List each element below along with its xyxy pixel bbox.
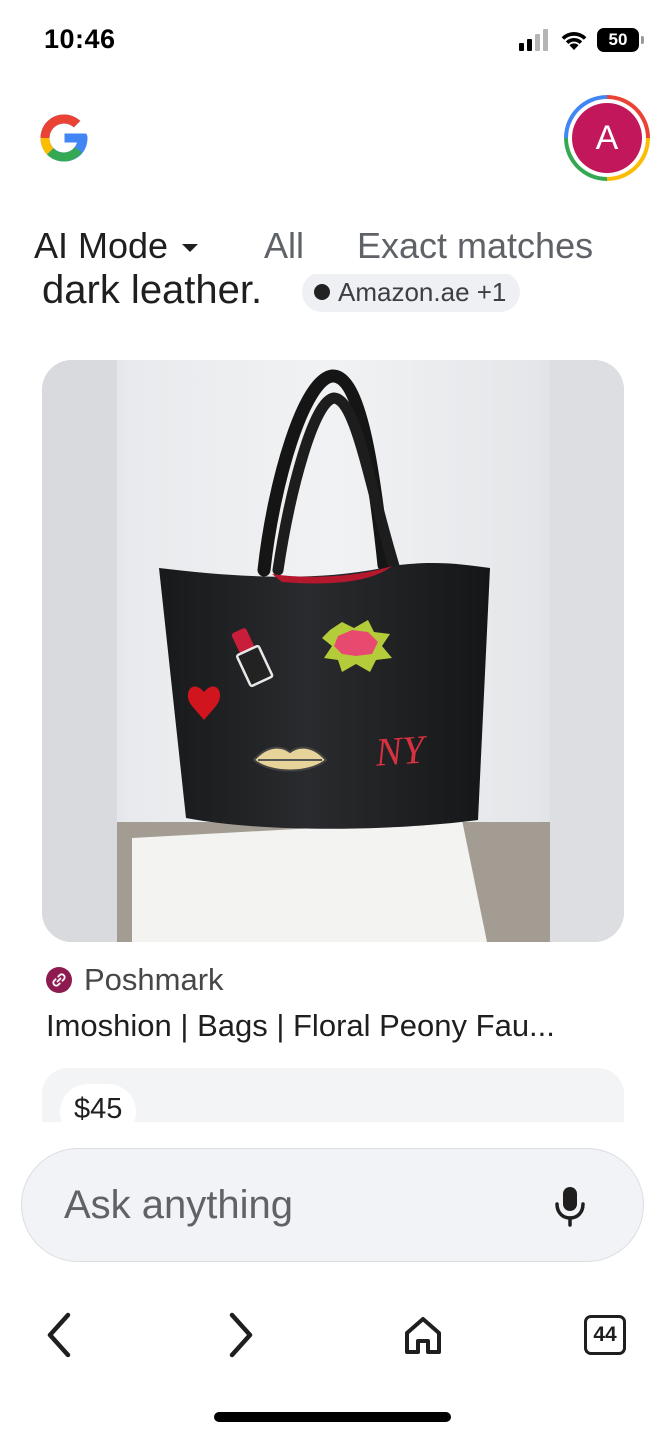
home-icon xyxy=(405,1317,441,1354)
status-icons: 50 xyxy=(519,28,644,52)
home-button[interactable] xyxy=(398,1310,448,1360)
microphone-icon[interactable] xyxy=(553,1185,587,1227)
tab-count-badge: 44 xyxy=(584,1315,626,1355)
search-mode-tabs: AI Mode All Exact matches xyxy=(0,218,665,274)
battery-level: 50 xyxy=(608,30,628,49)
status-bar: 10:46 50 xyxy=(0,0,665,80)
tab-exact-matches[interactable]: Exact matches xyxy=(357,225,593,267)
tab-ai-mode[interactable]: AI Mode xyxy=(34,225,199,267)
status-time: 10:46 xyxy=(44,24,116,54)
ask-input[interactable]: Ask anything xyxy=(21,1148,644,1262)
tabs-button[interactable]: 44 xyxy=(580,1310,630,1360)
google-logo-icon[interactable] xyxy=(32,106,96,170)
dropdown-caret-icon xyxy=(182,244,199,252)
product-image[interactable]: NY xyxy=(42,360,624,942)
product-source[interactable]: Poshmark xyxy=(46,962,224,998)
bottom-navigation: 44 xyxy=(0,1290,665,1440)
ask-bar-container: Ask anything xyxy=(0,1122,665,1292)
forward-button[interactable] xyxy=(216,1310,266,1360)
wifi-icon xyxy=(561,32,587,50)
price-card[interactable]: $45 xyxy=(42,1068,624,1122)
amazon-icon xyxy=(314,284,330,300)
source-chip[interactable]: Amazon.ae +1 xyxy=(302,272,521,312)
tab-all[interactable]: All xyxy=(264,225,304,267)
ny-patch-text: NY xyxy=(373,726,430,775)
link-icon xyxy=(46,967,72,993)
back-button[interactable] xyxy=(34,1310,84,1360)
source-chip-label: Amazon.ae +1 xyxy=(338,276,507,307)
price-badge: $45 xyxy=(60,1084,137,1122)
avatar: A xyxy=(572,103,642,173)
ask-input-placeholder: Ask anything xyxy=(64,1183,294,1227)
account-avatar-button[interactable]: A xyxy=(564,95,650,181)
source-name: Poshmark xyxy=(84,962,224,997)
cellular-signal-icon xyxy=(519,29,548,51)
chevron-left-icon xyxy=(47,1312,71,1358)
battery-icon: 50 xyxy=(597,28,644,52)
product-title[interactable]: Imoshion | Bags | Floral Peony Fau... xyxy=(46,1008,626,1044)
home-indicator[interactable] xyxy=(214,1412,451,1422)
partial-response-text: dark leather. xyxy=(42,268,263,312)
tab-ai-mode-label: AI Mode xyxy=(34,225,169,266)
chevron-right-icon xyxy=(229,1312,253,1358)
